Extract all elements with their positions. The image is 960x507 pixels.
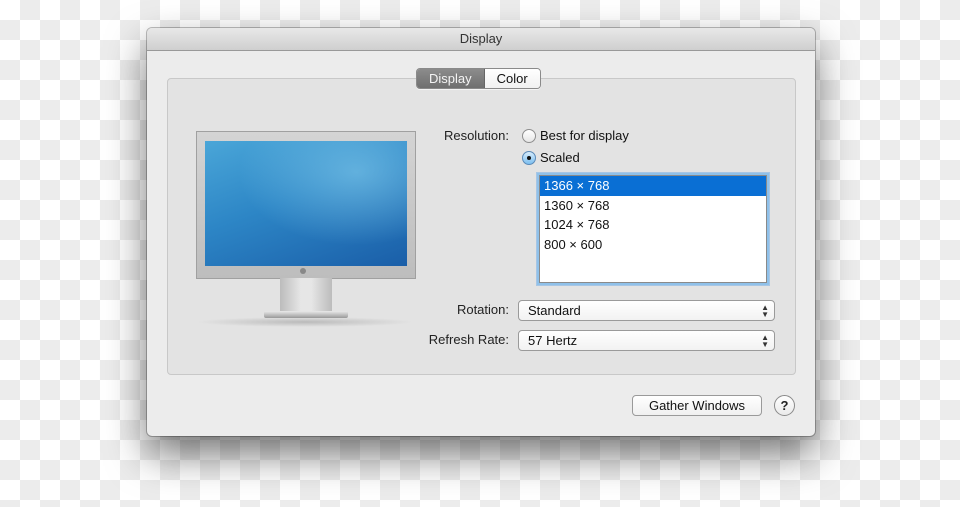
monitor-bezel [196,131,416,279]
display-preview-image [196,131,416,327]
monitor-screen [205,141,407,266]
radio-button-icon[interactable] [522,128,536,143]
monitor-shadow [196,317,414,327]
radio-label: Scaled [540,150,580,165]
resolution-list-item[interactable]: 1366 × 768 [540,176,766,196]
resolution-list-item[interactable]: 800 × 600 [540,235,766,255]
display-preferences-window: Display Display Color Resolution: Best f… [147,28,815,436]
radio-scaled[interactable]: Scaled [522,150,580,165]
help-button[interactable]: ? [774,395,795,416]
tab-display[interactable]: Display [417,69,485,88]
refresh-rate-popup[interactable]: 57 Hertz ▲ ▼ [518,330,775,351]
window-title: Display [147,28,815,51]
rotation-label: Rotation: [456,302,509,317]
apple-logo-icon [300,268,306,274]
radio-label: Best for display [540,128,629,143]
updown-arrows-icon: ▲ ▼ [761,333,769,349]
rotation-popup[interactable]: Standard ▲ ▼ [518,300,775,321]
rotation-value: Standard [528,303,581,318]
tab-bar: Display Color [416,68,541,89]
radio-button-checked-icon[interactable] [522,150,536,165]
refresh-rate-label: Refresh Rate: [428,332,509,347]
gather-windows-button[interactable]: Gather Windows [632,395,762,416]
resolution-label: Resolution: [443,128,509,143]
resolution-list[interactable]: 1366 × 768 1360 × 768 1024 × 768 800 × 6… [539,175,767,283]
tab-color[interactable]: Color [484,69,540,88]
resolution-list-item[interactable]: 1360 × 768 [540,196,766,216]
monitor-stand [280,278,332,312]
refresh-rate-value: 57 Hertz [528,333,578,348]
radio-best-for-display[interactable]: Best for display [522,128,629,143]
updown-arrows-icon: ▲ ▼ [761,303,769,319]
resolution-list-item[interactable]: 1024 × 768 [540,215,766,235]
